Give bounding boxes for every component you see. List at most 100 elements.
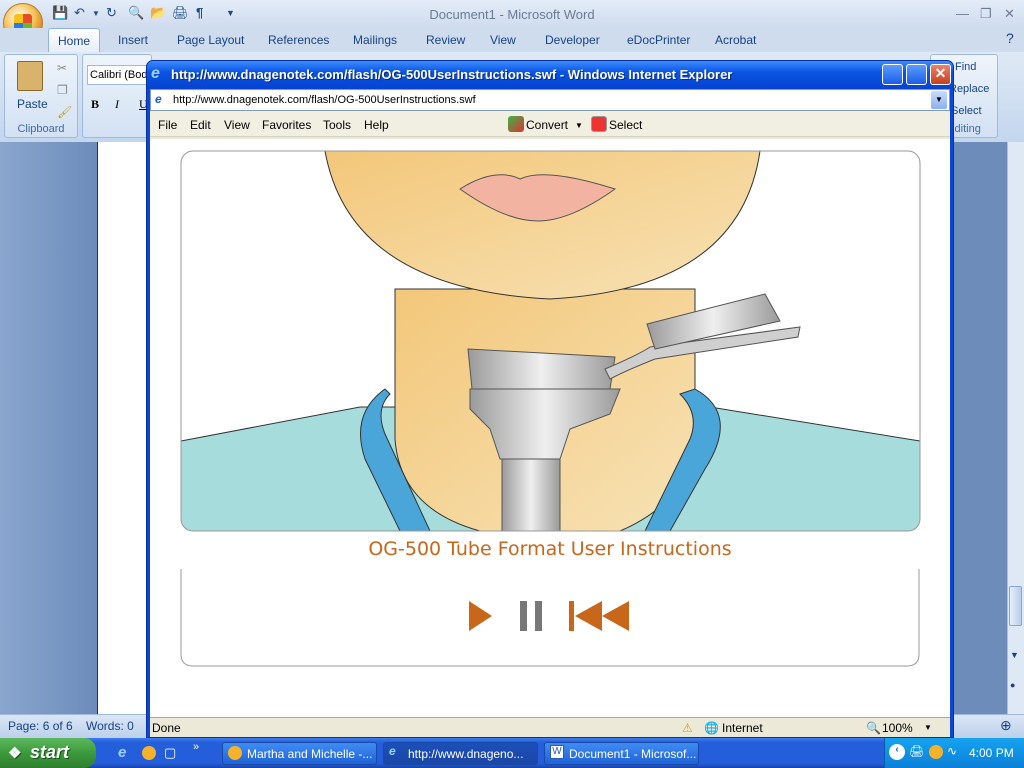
font-name-field[interactable]: Calibri (Bod <box>87 65 149 85</box>
clipboard-group: Paste ✂ ❐ 🖌 Clipboard <box>4 54 78 138</box>
address-dropdown-icon[interactable]: ▼ <box>931 91 947 109</box>
undo-icon[interactable]: ↶ <box>74 5 85 21</box>
open-icon[interactable]: 📂 <box>150 5 166 21</box>
word-close-icon[interactable]: ✕ <box>1004 6 1015 22</box>
status-text: Done <box>152 721 181 735</box>
zoom-in-icon[interactable]: ⊕ <box>1000 717 1012 734</box>
menu-tools[interactable]: Tools <box>323 118 351 132</box>
ie-maximize-icon[interactable] <box>906 64 927 85</box>
rewind-icon[interactable] <box>569 601 574 631</box>
word-count[interactable]: Words: 0 <box>86 719 134 733</box>
taskbar-button-ie[interactable]: http://www.dnageno... <box>383 742 538 765</box>
ie-body: e http://www.dnagenotek.com/flash/OG-500… <box>150 89 950 737</box>
quicklaunch-desktop-icon[interactable]: ▢ <box>164 745 176 761</box>
format-painter-icon[interactable]: 🖌 <box>57 105 72 119</box>
tab-view[interactable]: View <box>490 33 516 47</box>
word-restore-icon[interactable]: ❐ <box>980 6 992 22</box>
font-group: Calibri (Bod B I U <box>82 54 152 138</box>
play-icon[interactable] <box>469 601 492 631</box>
clipboard-label: Clipboard <box>17 123 65 135</box>
select-button[interactable]: Select <box>609 118 642 132</box>
undo-dropdown-icon[interactable]: ▼ <box>92 9 100 25</box>
flash-movie: OG-500 Tube Format User Instructions <box>180 150 921 667</box>
italic-button[interactable]: I <box>115 97 119 112</box>
rewind-button[interactable] <box>569 601 629 631</box>
ie-minimize-icon[interactable] <box>882 64 903 85</box>
pause-button[interactable] <box>520 601 542 631</box>
page-icon: e <box>155 92 162 106</box>
ribbon-tabs: Insert Page Layout References Mailings R… <box>0 28 1024 52</box>
bold-button[interactable]: B <box>91 97 99 112</box>
left-margin <box>0 142 96 714</box>
ie-window: e http://www.dnagenotek.com/flash/OG-500… <box>146 60 954 738</box>
tab-home[interactable]: Home <box>48 28 100 52</box>
zoom-level[interactable]: 100% <box>882 721 913 735</box>
print-preview-icon[interactable]: 🔍 <box>128 5 144 21</box>
pause-icon[interactable] <box>520 601 527 631</box>
convert-button[interactable]: Convert <box>526 118 568 132</box>
illustration <box>181 151 920 531</box>
print-icon[interactable]: 🖨 <box>172 5 189 21</box>
address-bar[interactable]: e http://www.dnagenotek.com/flash/OG-500… <box>150 89 950 111</box>
zoom-icon[interactable]: 🔍 <box>866 721 881 735</box>
controls-frame <box>180 569 920 667</box>
zone-label[interactable]: Internet <box>722 721 763 735</box>
menu-edit[interactable]: Edit <box>190 118 211 132</box>
cut-icon[interactable]: ✂ <box>57 61 67 75</box>
start-label: start <box>30 742 70 762</box>
menu-file[interactable]: File <box>158 118 177 132</box>
page-count[interactable]: Page: 6 of 6 <box>8 719 73 733</box>
quicklaunch-ie-icon[interactable]: e <box>118 744 126 761</box>
ie-title-bar[interactable]: e http://www.dnagenotek.com/flash/OG-500… <box>147 61 953 89</box>
system-tray: ‹ 🖨 ∿ 4:00 PM <box>884 738 1024 768</box>
tab-edocprinter[interactable]: eDocPrinter <box>627 33 690 47</box>
vertical-scrollbar[interactable] <box>1007 142 1024 714</box>
word-minimize-icon[interactable]: — <box>956 6 969 21</box>
quicklaunch-app-icon[interactable] <box>142 746 156 760</box>
address-input[interactable]: http://www.dnagenotek.com/flash/OG-500Us… <box>173 94 476 106</box>
start-button[interactable]: ❖ start <box>0 738 96 768</box>
taskbar-button-martha[interactable]: Martha and Michelle -... <box>222 742 377 765</box>
martha-icon <box>228 746 242 760</box>
select-icon[interactable] <box>591 116 607 132</box>
convert-dropdown-icon[interactable]: ▼ <box>575 121 583 130</box>
menu-help[interactable]: Help <box>364 118 389 132</box>
select-button[interactable]: Select <box>951 105 982 117</box>
tab-acrobat[interactable]: Acrobat <box>715 33 756 47</box>
play-button[interactable] <box>469 601 492 631</box>
flash-caption: OG-500 Tube Format User Instructions <box>368 538 731 560</box>
tab-review[interactable]: Review <box>426 33 465 47</box>
tray-app-icon[interactable] <box>929 745 943 759</box>
save-icon[interactable]: 💾 <box>52 5 68 21</box>
scroll-thumb[interactable] <box>1009 586 1022 626</box>
menu-view[interactable]: View <box>224 118 250 132</box>
clock[interactable]: 4:00 PM <box>969 746 1014 760</box>
scroll-down-icon[interactable]: ▼ <box>1010 650 1019 660</box>
tray-volume-icon[interactable]: ∿ <box>947 744 957 758</box>
zoom-dropdown-icon[interactable]: ▼ <box>924 723 932 732</box>
tab-insert[interactable]: Insert <box>118 33 148 47</box>
convert-icon[interactable] <box>508 116 524 132</box>
find-button[interactable]: Find <box>955 61 976 73</box>
replace-button[interactable]: Replace <box>949 83 989 95</box>
copy-icon[interactable]: ❐ <box>57 83 68 97</box>
tray-printer-icon[interactable]: 🖨 <box>909 744 924 758</box>
tab-mailings[interactable]: Mailings <box>353 33 397 47</box>
menu-favorites[interactable]: Favorites <box>262 118 311 132</box>
paste-button[interactable]: Paste <box>17 97 48 111</box>
tab-references[interactable]: References <box>268 33 329 47</box>
help-icon[interactable]: ? <box>1006 30 1014 46</box>
tab-page-layout[interactable]: Page Layout <box>177 33 244 47</box>
tab-developer[interactable]: Developer <box>545 33 600 47</box>
customize-qat-icon[interactable]: ▼ <box>226 8 235 24</box>
taskbar-button-word[interactable]: Document1 - Microsof... <box>544 742 699 765</box>
ie-logo-icon: e <box>151 65 160 82</box>
quicklaunch-more-icon[interactable]: » <box>193 741 199 753</box>
tray-expand-icon[interactable]: ‹ <box>889 744 905 760</box>
ie-close-icon[interactable]: ✕ <box>930 64 951 85</box>
pilcrow-icon[interactable]: ¶ <box>196 5 203 21</box>
tube-body <box>501 453 561 531</box>
redo-icon[interactable]: ↻ <box>106 5 117 21</box>
paste-icon[interactable] <box>17 61 43 91</box>
browse-object-icon[interactable]: ● <box>1010 680 1015 690</box>
